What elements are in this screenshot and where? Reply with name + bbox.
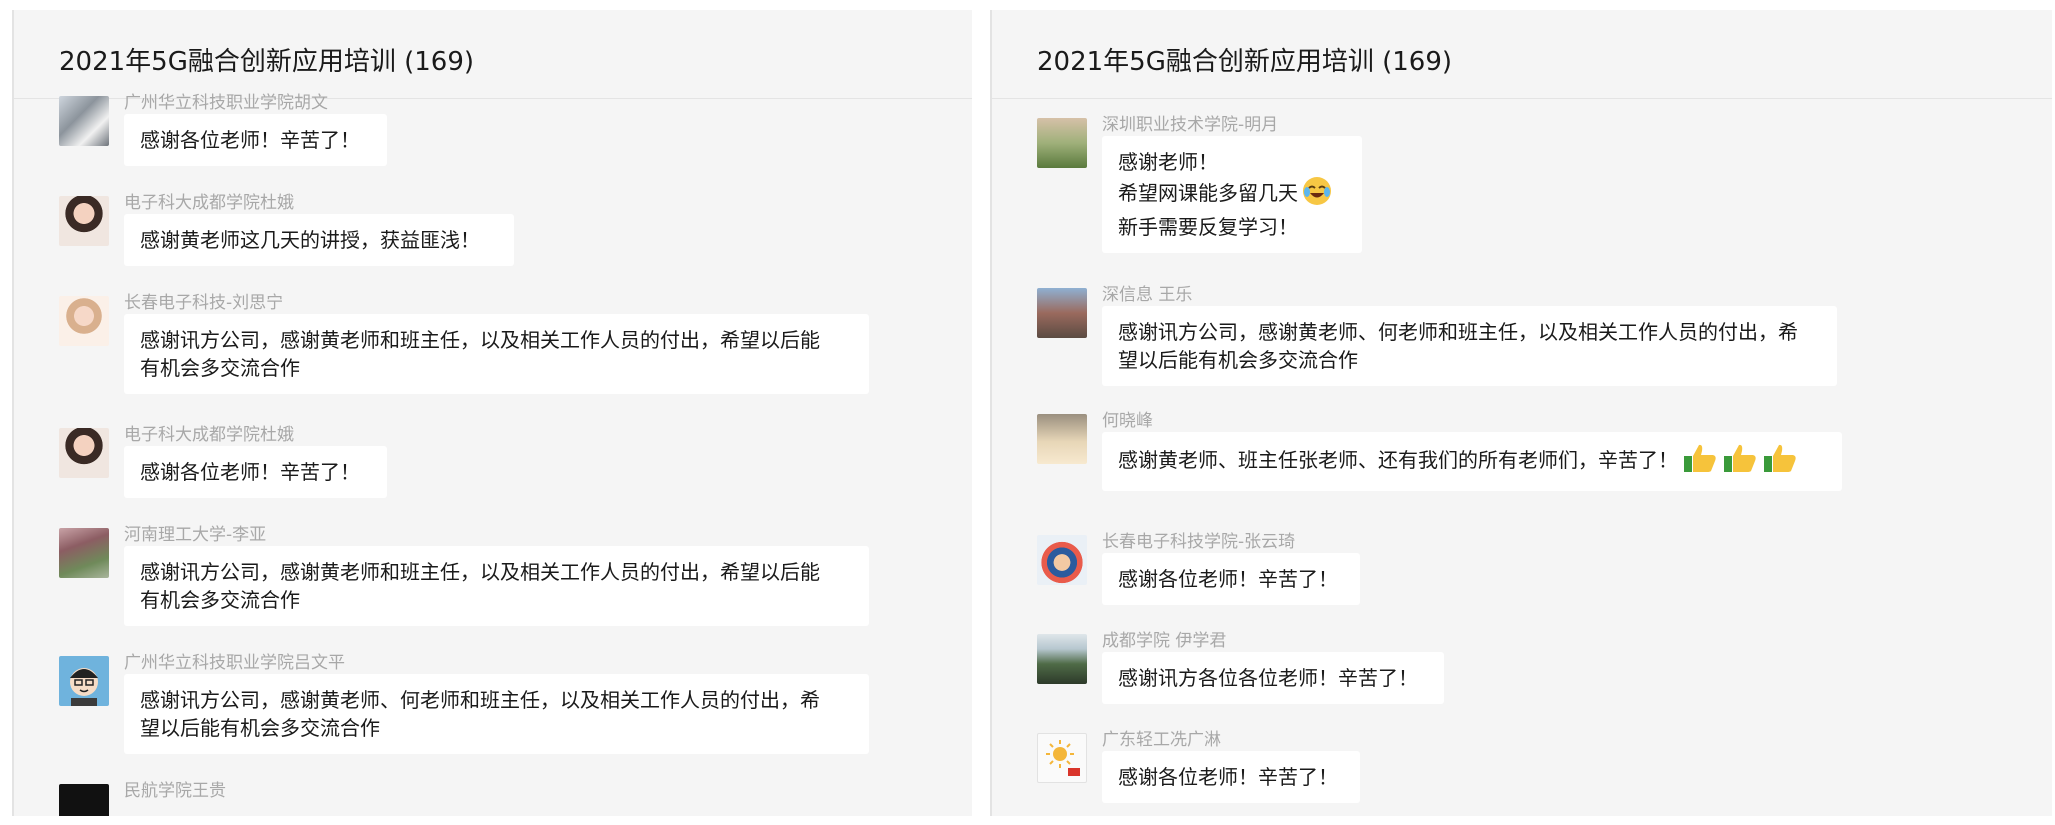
avatar[interactable] [1037,535,1087,585]
sender-name: 电子科大成都学院杜娥 [124,193,294,213]
avatar[interactable] [59,196,109,246]
avatar[interactable] [1037,414,1087,464]
right-chat-panel: 2021年5G融合创新应用培训 (169) 深圳职业技术学院-明月 感谢老师！ … [990,10,2052,816]
message-bubble[interactable]: 感谢讯方公司，感谢黄老师和班主任，以及相关工作人员的付出，希望以后能 有机会多交… [124,546,869,626]
message-text: 望以后能有机会多交流合作 [1118,348,1358,372]
sender-name: 何晓峰 [1102,411,1153,431]
message-bubble[interactable]: 感谢讯方公司，感谢黄老师、何老师和班主任，以及相关工作人员的付出，希 望以后能有… [124,674,869,754]
message-text: 感谢讯方公司，感谢黄老师和班主任，以及相关工作人员的付出，希望以后能 [140,328,820,352]
avatar[interactable] [59,784,109,816]
sender-name: 成都学院 伊学君 [1102,631,1227,651]
message-text: 感谢黄老师这几天的讲授，获益匪浅！ [140,228,480,252]
message-bubble[interactable]: 感谢各位老师！辛苦了！ [1102,751,1360,803]
message-text: 感谢各位老师！辛苦了！ [140,128,360,152]
message-text: 感谢黄老师、班主任张老师、还有我们的所有老师们，辛苦了！ [1118,448,1678,472]
sender-name: 长春电子科技-刘思宁 [124,293,284,313]
sender-name: 深圳职业技术学院-明月 [1102,115,1279,135]
message-bubble[interactable]: 感谢老师！ 希望网课能多留几天 新手需要反复学习！ [1102,136,1362,253]
message-text: 有机会多交流合作 [140,356,300,380]
message-text: 感谢各位老师！辛苦了！ [140,460,360,484]
avatar[interactable] [59,96,109,146]
sender-name: 民航学院王贵 [124,781,226,801]
message-bubble[interactable]: 感谢各位老师！辛苦了！ [1102,553,1360,605]
left-chat-header: 2021年5G融合创新应用培训 (169) [14,10,972,99]
message-bubble[interactable]: 感谢黄老师、班主任张老师、还有我们的所有老师们，辛苦了！ [1102,432,1842,491]
message-bubble[interactable]: 感谢各位老师！辛苦了！ [124,446,387,498]
right-chat-title: 2021年5G融合创新应用培训 (169) [1037,47,1453,77]
left-chat-panel: 2021年5G融合创新应用培训 (169) 广州华立科技职业学院胡文 感谢各位老… [12,10,972,816]
message-text: 感谢老师！ [1118,150,1218,174]
message-text: 望以后能有机会多交流合作 [140,716,380,740]
message-text-with-emoji: 感谢黄老师、班主任张老师、还有我们的所有老师们，辛苦了！ [1118,442,1826,481]
sender-name: 广州华立科技职业学院胡文 [124,93,328,113]
sender-name: 深信息 王乐 [1102,285,1193,305]
sender-name: 长春电子科技学院-张云琦 [1102,532,1296,552]
right-chat-header: 2021年5G融合创新应用培训 (169) [992,10,2052,99]
message-text: 感谢各位老师！辛苦了！ [1118,567,1338,591]
message-text: 感谢讯方公司，感谢黄老师、何老师和班主任，以及相关工作人员的付出，希 [1118,320,1798,344]
message-text: 感谢讯方公司，感谢黄老师、何老师和班主任，以及相关工作人员的付出，希 [140,688,820,712]
sender-name: 河南理工大学-李亚 [124,525,267,545]
message-text: 有机会多交流合作 [140,588,300,612]
message-text: 新手需要反复学习！ [1118,215,1298,239]
avatar[interactable] [1037,288,1087,338]
sender-name: 广东轻工冼广淋 [1102,730,1221,750]
avatar[interactable] [59,428,109,478]
sender-name: 广州华立科技职业学院吕文平 [124,653,345,673]
message-text: 感谢讯方各位各位老师！辛苦了！ [1118,666,1418,690]
message-bubble[interactable]: 感谢讯方公司，感谢黄老师、何老师和班主任，以及相关工作人员的付出，希 望以后能有… [1102,306,1837,386]
message-text-with-emoji: 希望网课能多留几天 [1118,176,1346,213]
thumbs-up-emoji-icon [1762,442,1798,481]
avatar[interactable] [1037,118,1087,168]
message-text: 希望网课能多留几天 [1118,181,1298,205]
message-text: 感谢各位老师！辛苦了！ [1118,765,1338,789]
sun-icon [1046,740,1080,776]
message-bubble[interactable]: 感谢各位老师！辛苦了！ [124,114,387,166]
sender-name: 电子科大成都学院杜娥 [124,425,294,445]
avatar[interactable] [1037,733,1087,783]
cartoon-face-icon [70,668,98,706]
avatar[interactable] [59,296,109,346]
message-text: 感谢讯方公司，感谢黄老师和班主任，以及相关工作人员的付出，希望以后能 [140,560,820,584]
thumbs-up-emoji-icon [1722,442,1758,481]
left-chat-title: 2021年5G融合创新应用培训 (169) [59,47,475,77]
thumbs-up-emoji-icon [1682,442,1718,481]
message-bubble[interactable]: 感谢讯方各位各位老师！辛苦了！ [1102,652,1444,704]
laughing-tears-emoji-icon [1302,176,1332,213]
avatar[interactable] [59,656,109,706]
avatar[interactable] [1037,634,1087,684]
avatar[interactable] [59,528,109,578]
message-bubble[interactable]: 感谢黄老师这几天的讲授，获益匪浅！ [124,214,514,266]
message-bubble[interactable]: 感谢讯方公司，感谢黄老师和班主任，以及相关工作人员的付出，希望以后能 有机会多交… [124,314,869,394]
